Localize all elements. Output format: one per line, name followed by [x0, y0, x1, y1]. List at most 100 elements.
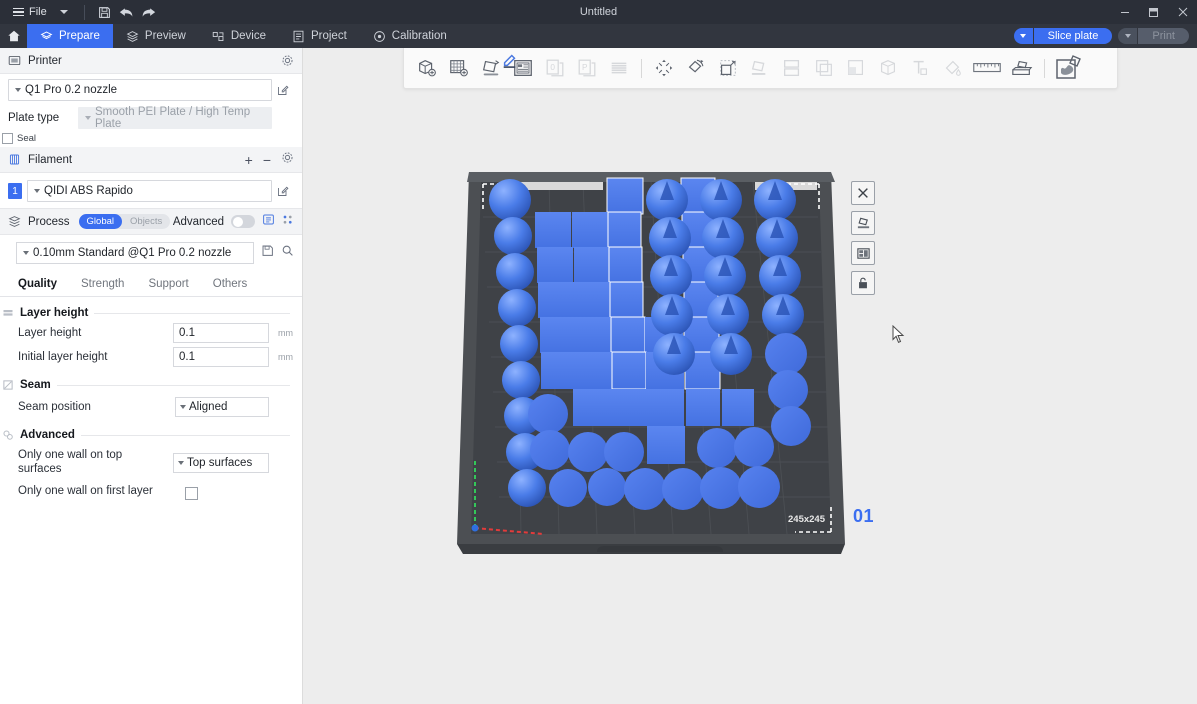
slice-plate-button[interactable]: Slice plate	[1034, 28, 1113, 44]
close-button[interactable]	[1168, 0, 1197, 24]
filament-settings-button[interactable]	[281, 151, 294, 169]
plate-type-select[interactable]: Smooth PEI Plate / High Temp Plate	[78, 107, 272, 129]
measure-icon	[972, 59, 1002, 77]
tab-project[interactable]: Project	[279, 24, 360, 48]
fill-color-button[interactable]	[937, 53, 967, 83]
slice-plate-split-button[interactable]: Slice plate	[1014, 28, 1113, 44]
save-button[interactable]	[94, 0, 116, 24]
maximize-button[interactable]	[1139, 0, 1168, 24]
process-save-button[interactable]	[261, 244, 274, 262]
seam-position-select[interactable]: Aligned	[175, 397, 269, 417]
process-scope-objects[interactable]: Objects	[122, 214, 170, 229]
row-seam-position-label: Seam position	[18, 400, 175, 414]
layers-flat-button[interactable]	[604, 53, 634, 83]
file-menu-label: File	[29, 6, 47, 18]
tab-device[interactable]: Device	[199, 24, 279, 48]
settings-sidebar: Printer Q1 Pro 0.2 nozzle Plate t	[0, 48, 303, 704]
pencil-icon	[501, 51, 519, 69]
fill-color-icon	[941, 57, 963, 79]
file-menu-button[interactable]: File	[7, 6, 53, 18]
mmu-paint-icon	[877, 57, 899, 79]
measure-tool-button[interactable]	[969, 53, 1005, 83]
add-filament-button[interactable]: +	[245, 153, 253, 167]
add-object-button[interactable]	[412, 53, 442, 83]
redo-button[interactable]	[138, 0, 160, 24]
minimize-button[interactable]	[1110, 0, 1139, 24]
seal-checkbox[interactable]	[2, 133, 13, 144]
tab-prepare[interactable]: Prepare	[27, 24, 113, 48]
tab-support[interactable]: Support	[138, 278, 202, 296]
scale-tool-button[interactable]	[713, 53, 743, 83]
seal-checkbox-row[interactable]: Seal	[0, 129, 302, 147]
cursor-icon	[892, 325, 905, 343]
advanced-toggle[interactable]	[231, 215, 255, 228]
support-paint-icon	[813, 57, 835, 79]
build-plate[interactable]: 245x245	[455, 148, 855, 568]
arrange-plate-icon	[856, 246, 871, 261]
parameter-list-button[interactable]	[262, 213, 275, 231]
tab-project-label: Project	[311, 30, 347, 42]
tab-preview[interactable]: Preview	[113, 24, 199, 48]
only-one-wall-top-select[interactable]: Top surfaces	[173, 453, 269, 473]
print-button[interactable]: Print	[1138, 28, 1189, 44]
process-scope-segmented[interactable]: Global Objects	[79, 214, 171, 229]
filament-section-header: Filament + −	[0, 147, 302, 173]
slice-plate-dropdown[interactable]	[1014, 28, 1033, 44]
tab-calibration[interactable]: Calibration	[360, 24, 460, 48]
printer-preset-select[interactable]: Q1 Pro 0.2 nozzle	[8, 79, 272, 101]
layer-height-input[interactable]: 0.1	[173, 323, 269, 343]
printer-section-header: Printer	[0, 48, 302, 74]
process-scope-global[interactable]: Global	[79, 214, 122, 229]
support-paint-button[interactable]	[809, 53, 839, 83]
cut-icon	[781, 57, 803, 79]
only-one-wall-first-checkbox[interactable]	[185, 487, 198, 500]
tab-calibration-label: Calibration	[392, 30, 447, 42]
process-search-button[interactable]	[281, 244, 294, 262]
group-advanced: Advanced	[0, 417, 302, 441]
group-divider	[57, 385, 290, 386]
assembly-tool-button[interactable]	[1007, 53, 1037, 83]
copy-object-button[interactable]: 0	[540, 53, 570, 83]
add-plate-button[interactable]	[444, 53, 474, 83]
redo-icon	[141, 6, 156, 19]
compare-presets-button[interactable]	[282, 213, 294, 231]
print-split-button[interactable]: Print	[1118, 28, 1189, 44]
simplify-tool-button[interactable]	[1052, 51, 1086, 85]
printer-settings-button[interactable]	[281, 54, 294, 67]
menu-bar: File	[0, 0, 160, 24]
paste-object-button[interactable]: P	[572, 53, 602, 83]
mmu-paint-button[interactable]	[873, 53, 903, 83]
filament-select[interactable]: QIDI ABS Rapido	[27, 180, 272, 202]
remove-filament-button[interactable]: −	[263, 153, 271, 167]
tab-strength[interactable]: Strength	[71, 278, 138, 296]
printer-edit-button[interactable]	[272, 84, 294, 96]
seam-position-value: Aligned	[189, 401, 227, 413]
text-tool-button[interactable]	[905, 53, 935, 83]
search-icon	[281, 244, 294, 257]
lay-on-face-button[interactable]	[745, 53, 775, 83]
printer-icon	[8, 54, 21, 67]
home-icon	[7, 29, 21, 43]
edit-plate-name-button[interactable]	[501, 51, 519, 74]
process-preset-select[interactable]: 0.10mm Standard @Q1 Pro 0.2 nozzle	[16, 242, 254, 264]
tab-others[interactable]: Others	[203, 278, 262, 296]
tab-prepare-label: Prepare	[59, 30, 100, 42]
rotate-tool-button[interactable]	[681, 53, 711, 83]
layer-height-icon	[2, 307, 14, 319]
move-tool-button[interactable]	[649, 53, 679, 83]
group-seam: Seam	[0, 367, 302, 391]
seam-paint-button[interactable]	[841, 53, 871, 83]
undo-button[interactable]	[116, 0, 138, 24]
home-button[interactable]	[0, 24, 27, 48]
filament-edit-button[interactable]	[272, 185, 294, 197]
filament-index-badge[interactable]: 1	[8, 183, 22, 199]
tab-quality[interactable]: Quality	[8, 278, 71, 296]
3d-viewport[interactable]: 0 P	[303, 48, 1197, 704]
menu-dropdown-button[interactable]	[53, 0, 75, 24]
process-section-label: Process	[28, 216, 70, 228]
cut-tool-button[interactable]	[777, 53, 807, 83]
initial-layer-height-input[interactable]: 0.1	[173, 347, 269, 367]
print-dropdown[interactable]	[1118, 28, 1137, 44]
only-one-wall-first-checkbox-wrap	[185, 487, 269, 500]
row-layer-height: Layer height 0.1 mm	[0, 319, 302, 343]
